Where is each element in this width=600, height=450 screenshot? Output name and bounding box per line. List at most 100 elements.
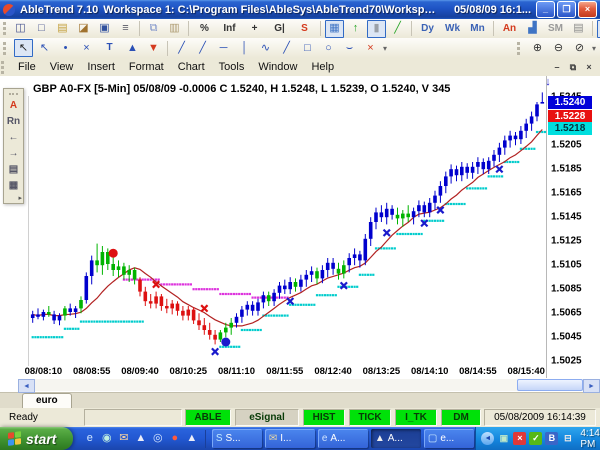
notes-icon[interactable]: ▦: [6, 178, 21, 192]
chart-window-icon[interactable]: ◫: [11, 20, 30, 38]
segment-icon[interactable]: ╱: [277, 39, 296, 57]
monthly-button[interactable]: Mn: [466, 20, 489, 38]
menu-view[interactable]: View: [43, 59, 81, 75]
analysis-button[interactable]: An: [498, 20, 521, 38]
erase-icon[interactable]: ×: [361, 39, 380, 57]
task-ie[interactable]: e A...: [317, 429, 368, 448]
weekly-button[interactable]: Wk: [441, 20, 464, 38]
menu-help[interactable]: Help: [304, 59, 341, 75]
x-marker-icon[interactable]: ×: [77, 39, 96, 57]
paste-icon[interactable]: ▥: [165, 20, 184, 38]
down-signal-icon[interactable]: ▼: [144, 39, 163, 57]
toolbar-grip[interactable]: [516, 41, 523, 55]
analysis-a-button[interactable]: A: [6, 98, 21, 112]
data-window-icon[interactable]: ▤: [6, 162, 21, 176]
rn-button[interactable]: Rn: [6, 114, 21, 128]
menu-format[interactable]: Format: [122, 59, 171, 75]
smart-pointer-icon[interactable]: ↖: [35, 39, 54, 57]
ql-media-icon[interactable]: ◎: [151, 432, 164, 445]
tray-printer-icon[interactable]: ⊟: [561, 432, 574, 445]
scroll-left-button[interactable]: ←: [6, 130, 21, 144]
menu-tools[interactable]: Tools: [212, 59, 252, 75]
new-window-icon[interactable]: □: [32, 20, 51, 38]
zigzag-icon[interactable]: ∿: [256, 39, 275, 57]
zoom-in-icon[interactable]: ⊕: [528, 39, 547, 57]
toolbar-grip[interactable]: [9, 93, 18, 95]
scroll-left-arrow-icon[interactable]: ◄: [18, 379, 35, 393]
toolbar-grip[interactable]: [3, 41, 9, 55]
trendline-icon[interactable]: ╱: [172, 39, 191, 57]
text-tool-button[interactable]: T: [98, 39, 121, 57]
tray-network-icon[interactable]: ▣: [497, 432, 510, 445]
restore-button[interactable]: ❐: [557, 1, 576, 18]
chart-mode-icon[interactable]: ▦: [325, 19, 344, 38]
menu-window[interactable]: Window: [251, 59, 304, 75]
minimize-button[interactable]: _: [536, 1, 555, 18]
toolbar-overflow-icon[interactable]: ▾: [383, 44, 387, 53]
scroll-right-arrow-icon[interactable]: ►: [583, 379, 600, 393]
task-skype[interactable]: S S...: [211, 429, 262, 448]
toolbar-grip[interactable]: [3, 22, 6, 35]
hline-icon[interactable]: ─: [214, 39, 233, 57]
start-button[interactable]: start: [0, 427, 74, 450]
scroll-right-button[interactable]: →: [6, 146, 21, 160]
pointer-icon[interactable]: ↖: [14, 39, 33, 57]
task-abletrend[interactable]: ▲ A...: [370, 429, 421, 448]
horizontal-scrollbar[interactable]: ◄ ►: [18, 379, 600, 393]
scrollbar-thumb[interactable]: [517, 379, 583, 391]
vline-icon[interactable]: │: [235, 39, 254, 57]
print-icon[interactable]: ≡: [116, 20, 135, 38]
price-chart[interactable]: ↓1.52451.52251.52051.51851.51651.51451.5…: [0, 76, 600, 392]
tray-chevron-icon[interactable]: ◄: [481, 432, 495, 445]
tray-b-icon[interactable]: B: [545, 432, 559, 445]
bar-chart-icon[interactable]: ▟: [523, 20, 542, 38]
candlestick-icon[interactable]: ▮: [367, 19, 386, 38]
gap-button[interactable]: G|: [268, 20, 291, 38]
ql-aim-icon[interactable]: ●: [168, 432, 181, 445]
toolbar-overflow-icon[interactable]: ▸: [18, 194, 22, 202]
tray-update-icon[interactable]: ✓: [529, 432, 543, 445]
inf-button[interactable]: Inf: [218, 20, 241, 38]
s-button[interactable]: S: [293, 20, 316, 38]
task-image-viewer[interactable]: ✉ I...: [264, 429, 315, 448]
menu-file[interactable]: File: [11, 59, 43, 75]
ql-messenger-icon[interactable]: ◉: [100, 432, 113, 445]
menu-insert[interactable]: Insert: [80, 59, 122, 75]
sm-button[interactable]: SM: [544, 20, 567, 38]
ql-mail-icon[interactable]: ✉: [117, 432, 130, 445]
percent-button[interactable]: %: [193, 20, 216, 38]
tab-euro[interactable]: euro: [22, 393, 72, 409]
toolbar-grip[interactable]: [1, 60, 7, 74]
task-esignal[interactable]: ▢ e...: [423, 429, 474, 448]
daily-button[interactable]: Dy: [416, 20, 439, 38]
exit-icon[interactable]: ◪: [74, 20, 93, 38]
trend-up-icon[interactable]: ↑: [346, 20, 365, 38]
close-button[interactable]: ×: [578, 1, 597, 18]
child-minimize-button[interactable]: –: [551, 62, 563, 73]
quote-list-icon[interactable]: ▤: [569, 20, 588, 38]
rect-tool-icon[interactable]: □: [298, 39, 317, 57]
ql-abletrend-icon[interactable]: ▲: [134, 432, 147, 445]
menu-chart[interactable]: Chart: [171, 59, 212, 75]
copy-icon[interactable]: ⧉: [144, 20, 163, 38]
up-signal-icon[interactable]: ▲: [123, 39, 142, 57]
tray-security-icon[interactable]: ×: [513, 432, 527, 445]
zoom-off-icon[interactable]: ⊘: [570, 39, 589, 57]
toolbar-overflow-icon[interactable]: ▾: [592, 44, 596, 53]
child-restore-button[interactable]: ⧉: [567, 62, 579, 73]
ray-line-icon[interactable]: ╱: [193, 39, 212, 57]
ellipse-tool-icon[interactable]: ○: [319, 39, 338, 57]
zoom-out-icon[interactable]: ⊖: [549, 39, 568, 57]
resistance-dot: [246, 292, 249, 296]
open-icon[interactable]: ▤: [53, 20, 72, 38]
plus-button[interactable]: +: [243, 20, 266, 38]
child-close-button[interactable]: ×: [583, 62, 595, 73]
y-axis-tick: 1.5025: [551, 356, 582, 367]
scrollbar-track[interactable]: [35, 379, 517, 391]
save-icon[interactable]: ▣: [95, 20, 114, 38]
ql-ie-icon[interactable]: e: [83, 432, 96, 445]
ql-abletrend2-icon[interactable]: ▲: [185, 432, 198, 445]
arc-tool-icon[interactable]: ⌣: [340, 39, 359, 57]
line-mode-icon[interactable]: ╱: [388, 20, 407, 38]
point-marker-icon[interactable]: •: [56, 39, 75, 57]
